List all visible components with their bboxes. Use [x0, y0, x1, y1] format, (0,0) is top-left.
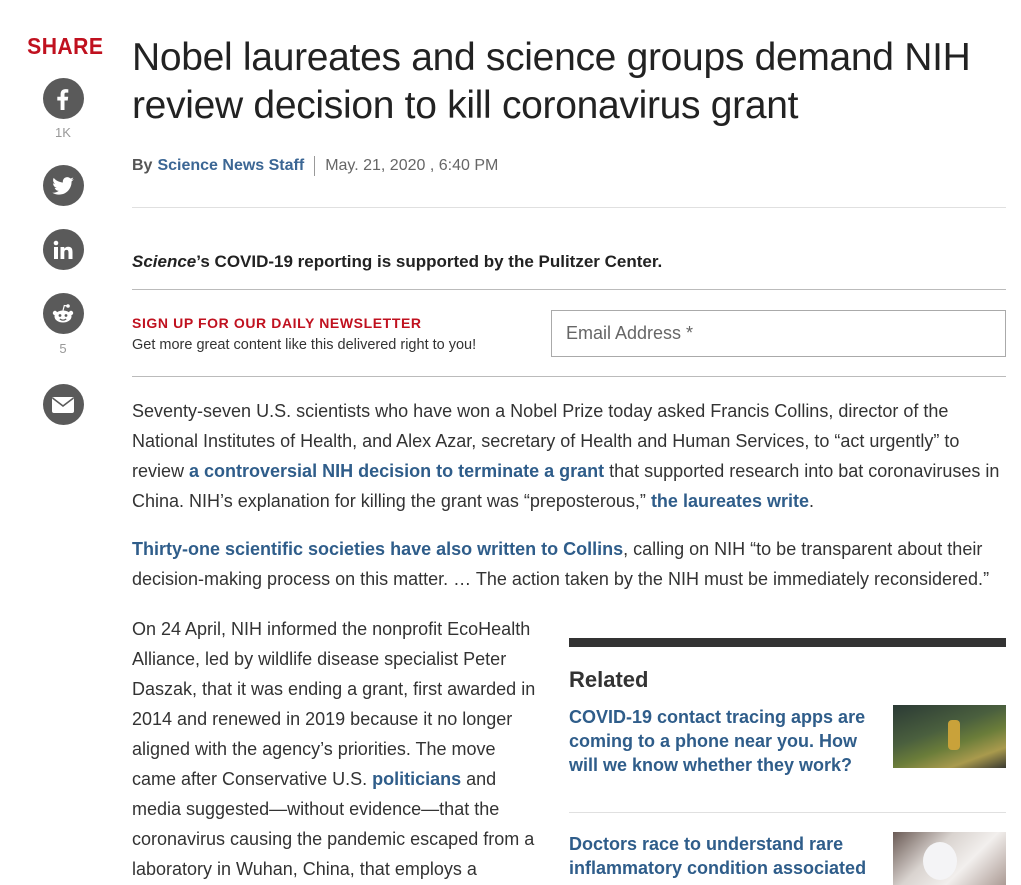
header-divider — [132, 207, 1006, 208]
newsletter-subtext: Get more great content like this deliver… — [132, 337, 477, 353]
facebook-share-count: 1K — [55, 125, 71, 140]
related-item: COVID-19 contact tracing apps are coming… — [569, 705, 1006, 777]
nih-decision-link[interactable]: a controversial NIH decision to terminat… — [189, 461, 604, 481]
email-input[interactable] — [551, 309, 1006, 357]
support-note-text: ’s COVID-19 reporting is supported by th… — [196, 252, 663, 271]
article-paragraph: Thirty-one scientific societies have als… — [132, 534, 1006, 594]
paragraph-text: . — [809, 491, 815, 511]
reddit-share-count: 5 — [59, 341, 67, 356]
reddit-icon — [52, 303, 74, 322]
reddit-share-button[interactable] — [42, 293, 84, 334]
related-link[interactable]: COVID-19 contact tracing apps are coming… — [569, 705, 874, 777]
related-top-bar — [569, 638, 1006, 647]
author-link[interactable]: Science News Staff — [157, 156, 304, 176]
linkedin-icon — [53, 240, 73, 259]
article-split: On 24 April, NIH informed the nonprofit … — [132, 614, 1006, 885]
related-thumbnail[interactable] — [893, 705, 1006, 768]
newsletter-signup: SIGN UP FOR OUR DAILY NEWSLETTER Get mor… — [132, 290, 1006, 376]
facebook-icon — [57, 88, 69, 110]
byline-prefix: By — [132, 157, 153, 174]
article-paragraph: On 24 April, NIH informed the nonprofit … — [132, 614, 537, 885]
paragraph-text: On 24 April, NIH informed the nonprofit … — [132, 619, 536, 789]
science-brand-text: Science — [132, 252, 197, 271]
share-rail: SHARE 1K 5 — [24, 33, 104, 425]
related-thumbnail[interactable] — [893, 832, 1006, 885]
twitter-share-button[interactable] — [42, 165, 84, 206]
related-heading: Related — [569, 667, 649, 692]
article-main: Nobel laureates and science groups deman… — [132, 34, 1006, 885]
twitter-icon — [52, 176, 74, 195]
related-item: Doctors race to understand rare inflamma… — [569, 832, 1006, 885]
facebook-share-button[interactable] — [42, 78, 84, 119]
newsletter-copy: SIGN UP FOR OUR DAILY NEWSLETTER Get mor… — [132, 312, 476, 354]
newsletter-heading: SIGN UP FOR OUR DAILY NEWSLETTER — [132, 315, 422, 331]
article-headline: Nobel laureates and science groups deman… — [132, 36, 971, 127]
article-paragraph: Seventy-seven U.S. scientists who have w… — [132, 396, 1006, 516]
newsletter-bottom-divider — [132, 376, 1006, 377]
byline-divider — [314, 156, 316, 176]
linkedin-share-button[interactable] — [42, 229, 84, 270]
byline: By Science News Staff May. 21, 2020 , 6:… — [132, 156, 1006, 176]
societies-letter-link[interactable]: Thirty-one scientific societies have als… — [132, 539, 623, 559]
related-divider — [569, 812, 1006, 813]
share-title: SHARE — [27, 33, 104, 59]
politicians-link[interactable]: politicians — [372, 769, 461, 789]
related-box: Related COVID-19 contact tracing apps ar… — [569, 638, 1006, 885]
pulitzer-support-note: Science’s COVID-19 reporting is supporte… — [132, 251, 1006, 273]
related-link[interactable]: Doctors race to understand rare inflamma… — [569, 832, 874, 885]
publish-date: May. 21, 2020 , 6:40 PM — [325, 157, 499, 174]
email-share-button[interactable] — [42, 384, 84, 425]
email-icon — [52, 396, 74, 413]
laureates-letter-link[interactable]: the laureates write — [651, 491, 809, 511]
